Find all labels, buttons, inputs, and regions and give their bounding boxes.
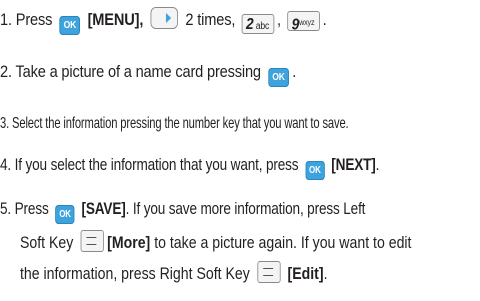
step-number: 5. [0,199,12,218]
step-text: . [323,264,328,283]
step-2: 2. Take a picture of a name card pressin… [0,61,296,87]
step-text: Soft Key [20,233,74,252]
step-text: If you select the information that you w… [14,155,299,174]
step-text: . If you save more information, press Le… [125,199,366,218]
key-letters: abc [255,21,270,32]
step-5-line-3: the information, press Right Soft Key [E… [20,261,328,285]
step-number: 4. [0,155,12,174]
right-soft-key-icon [257,261,281,283]
step-number: 2. [0,62,12,81]
step-text: Take a picture of a name card pressing [15,62,261,81]
ok-key-icon: OK [305,161,325,180]
key-digit: 2 [246,16,254,33]
step-1: 1. Press OK [MENU], 2 times, 2 abc, 9wxy… [0,7,327,35]
menu-label: [MENU], [87,10,144,29]
step-5: 5. Press OK [SAVE]. If you save more inf… [0,198,365,224]
save-label: [SAVE] [81,199,126,218]
step-text: . [322,10,327,29]
step-number: 1. [0,10,12,29]
step-3: 3. Select the information pressing the n… [0,113,349,135]
ok-key-icon: OK [59,16,81,35]
step-4: 4. If you select the information that yo… [0,154,379,180]
edit-label: [Edit] [287,264,324,283]
number-key-2-icon: 2 abc [241,14,275,34]
step-text: . [375,155,380,174]
step-number: 3. [0,115,10,132]
step-text: . [292,62,297,81]
step-text: , [276,10,281,29]
step-text: 2 times, [185,10,236,29]
key-digit: 9 [291,16,300,33]
ok-key-icon: OK [55,205,75,224]
next-label: [NEXT] [331,155,376,174]
ok-key-icon: OK [268,68,289,87]
step-text: the information, press Right Soft Key [20,264,250,283]
step-text: Select the information pressing the numb… [12,115,349,132]
left-soft-key-icon [80,230,104,252]
nav-right-key-icon [150,7,179,29]
key-letters: wxyz [299,16,315,27]
step-text: Press [14,199,49,218]
step-5-line-2: Soft Key [More] to take a picture again.… [20,230,411,254]
step-text: Press [15,10,53,29]
number-key-9-icon: 9wxyz [287,10,321,33]
more-label: [More] [107,233,151,252]
step-text: to take a picture again. If you want to … [154,233,412,252]
